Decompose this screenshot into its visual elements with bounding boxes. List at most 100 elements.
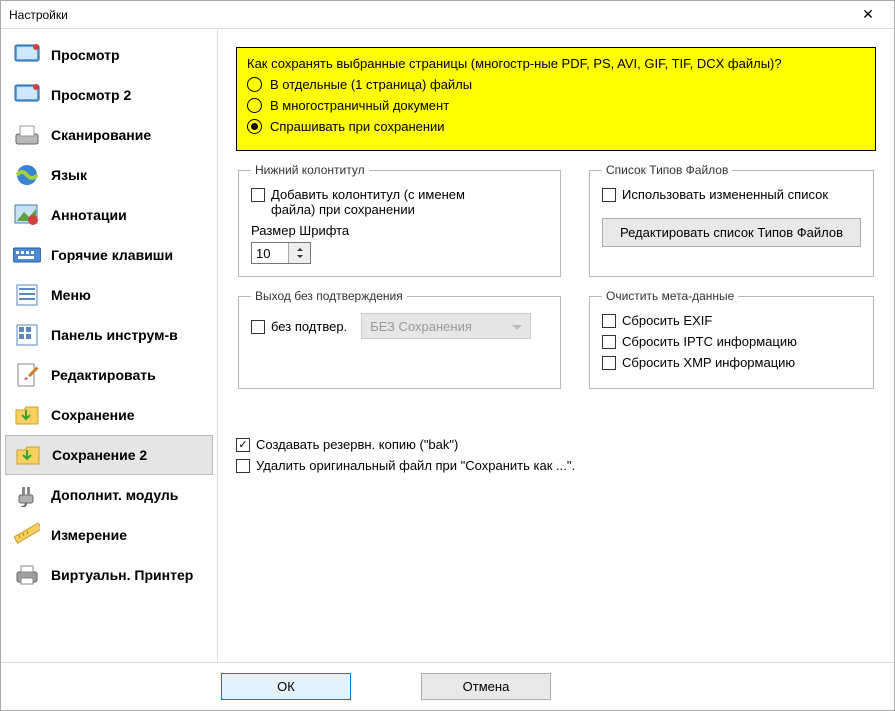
filetypes-group: Список Типов Файлов Использовать изменен… (589, 163, 874, 277)
keyboard-icon (13, 241, 41, 269)
delete-original-label: Удалить оригинальный файл при "Сохранить… (256, 458, 575, 473)
close-button[interactable]: ✕ (848, 3, 888, 27)
display-icon (13, 41, 41, 69)
radio-icon (247, 98, 262, 113)
sidebar-item-label: Измерение (51, 527, 127, 543)
meta-legend: Очистить мета-данные (602, 289, 738, 303)
globe-icon (13, 161, 41, 189)
sidebar-item-view[interactable]: Просмотр (5, 35, 213, 75)
sidebar-item-label: Язык (51, 167, 87, 183)
sidebar-item-toolbar[interactable]: Панель инструм-в (5, 315, 213, 355)
create-backup-label: Создавать резервн. копию ("bak") (256, 437, 458, 452)
sidebar-item-printer[interactable]: Виртуальн. Принтер (5, 555, 213, 595)
chevron-down-icon (512, 319, 522, 334)
ruler-icon (13, 521, 41, 549)
radio-icon (247, 119, 262, 134)
window-title: Настройки (9, 8, 68, 22)
sidebar-item-label: Сохранение 2 (52, 447, 147, 463)
footer-group: Нижний колонтитул Добавить колонтитул (с… (238, 163, 561, 277)
sidebar-item-hotkeys[interactable]: Горячие клавиши (5, 235, 213, 275)
reset-iptc-checkbox-row[interactable]: Сбросить IPTC информацию (602, 334, 861, 349)
sidebar-item-save2[interactable]: Сохранение 2 (5, 435, 213, 475)
add-footer-checkbox-row[interactable]: Добавить колонтитул (с именем файла) при… (251, 187, 548, 217)
ok-button[interactable]: ОК (221, 673, 351, 700)
button-label: ОК (277, 679, 295, 694)
font-size-spinner[interactable] (251, 242, 311, 264)
reset-iptc-label: Сбросить IPTC информацию (622, 334, 797, 349)
filetypes-legend: Список Типов Файлов (602, 163, 732, 177)
edit-filetypes-button[interactable]: Редактировать список Типов Файлов (602, 218, 861, 247)
meta-group: Очистить мета-данные Сбросить EXIF Сброс… (589, 289, 874, 389)
sidebar-item-label: Сохранение (51, 407, 135, 423)
scanner-icon (13, 121, 41, 149)
sidebar-item-annotations[interactable]: Аннотации (5, 195, 213, 235)
checkbox-icon (236, 438, 250, 452)
grid-icon (13, 321, 41, 349)
without-confirm-checkbox-row[interactable]: без подтвер. (251, 319, 347, 334)
sidebar-item-label: Аннотации (51, 207, 127, 223)
save-folder-icon (13, 401, 41, 429)
cancel-button[interactable]: Отмена (421, 673, 551, 700)
exit-legend: Выход без подтверждения (251, 289, 407, 303)
font-size-input[interactable] (252, 243, 288, 263)
checkbox-icon (602, 356, 616, 370)
sidebar-item-label: Просмотр (51, 47, 120, 63)
checkbox-icon (251, 188, 265, 202)
create-backup-checkbox-row[interactable]: Создавать резервн. копию ("bak") (236, 437, 876, 452)
radio-label: В отдельные (1 страница) файлы (270, 77, 472, 92)
radio-label: В многостраничный документ (270, 98, 449, 113)
printer-icon (13, 561, 41, 589)
radio-separate-files[interactable]: В отдельные (1 страница) файлы (247, 77, 865, 92)
sidebar-item-label: Горячие клавиши (51, 247, 173, 263)
save-folder-icon (14, 441, 42, 469)
sidebar-item-menu[interactable]: Меню (5, 275, 213, 315)
sidebar-item-save[interactable]: Сохранение (5, 395, 213, 435)
sidebar-item-measure[interactable]: Измерение (5, 515, 213, 555)
image-edit-icon (13, 201, 41, 229)
sidebar-item-label: Меню (51, 287, 91, 303)
sidebar-item-label: Просмотр 2 (51, 87, 131, 103)
select-value: БЕЗ Сохранения (370, 319, 472, 334)
sidebar-item-language[interactable]: Язык (5, 155, 213, 195)
menu-icon (13, 281, 41, 309)
reset-exif-checkbox-row[interactable]: Сбросить EXIF (602, 313, 861, 328)
radio-multipage-doc[interactable]: В многостраничный документ (247, 98, 865, 113)
sidebar-item-edit[interactable]: Редактировать (5, 355, 213, 395)
sidebar-item-plugin[interactable]: Дополнит. модуль (5, 475, 213, 515)
without-confirm-label: без подтвер. (271, 319, 347, 334)
delete-original-checkbox-row[interactable]: Удалить оригинальный файл при "Сохранить… (236, 458, 876, 473)
spinner-arrows-icon[interactable] (288, 243, 310, 263)
reset-exif-label: Сбросить EXIF (622, 313, 712, 328)
sidebar-item-scan[interactable]: Сканирование (5, 115, 213, 155)
checkbox-icon (236, 459, 250, 473)
checkbox-icon (602, 335, 616, 349)
checkbox-icon (602, 314, 616, 328)
reset-xmp-checkbox-row[interactable]: Сбросить XMP информацию (602, 355, 861, 370)
main-panel: Как сохранять выбранные страницы (многос… (218, 29, 894, 662)
display-icon (13, 81, 41, 109)
exit-group: Выход без подтверждения без подтвер. БЕЗ… (238, 289, 561, 389)
sidebar: Просмотр Просмотр 2 Сканирование Язык Ан… (1, 29, 218, 662)
footer-legend: Нижний колонтитул (251, 163, 369, 177)
sidebar-item-label: Сканирование (51, 127, 151, 143)
button-label: Редактировать список Типов Файлов (620, 225, 843, 240)
radio-label: Спрашивать при сохранении (270, 119, 445, 134)
save-pages-question: Как сохранять выбранные страницы (многос… (247, 56, 865, 71)
sidebar-item-label: Панель инструм-в (51, 327, 178, 343)
edit-icon (13, 361, 41, 389)
add-footer-label: Добавить колонтитул (с именем файла) при… (271, 187, 511, 217)
close-icon: ✕ (862, 6, 874, 23)
highlighted-group: Как сохранять выбранные страницы (многос… (236, 47, 876, 151)
checkbox-icon (251, 320, 265, 334)
use-custom-list-checkbox-row[interactable]: Использовать измененный список (602, 187, 861, 202)
sidebar-item-view2[interactable]: Просмотр 2 (5, 75, 213, 115)
plugin-icon (13, 481, 41, 509)
sidebar-item-label: Дополнит. модуль (51, 487, 178, 503)
radio-icon (247, 77, 262, 92)
button-label: Отмена (463, 679, 510, 694)
sidebar-item-label: Редактировать (51, 367, 156, 383)
font-size-label: Размер Шрифта (251, 223, 548, 238)
exit-mode-select[interactable]: БЕЗ Сохранения (361, 313, 531, 339)
reset-xmp-label: Сбросить XMP информацию (622, 355, 795, 370)
radio-ask-on-save[interactable]: Спрашивать при сохранении (247, 119, 865, 134)
